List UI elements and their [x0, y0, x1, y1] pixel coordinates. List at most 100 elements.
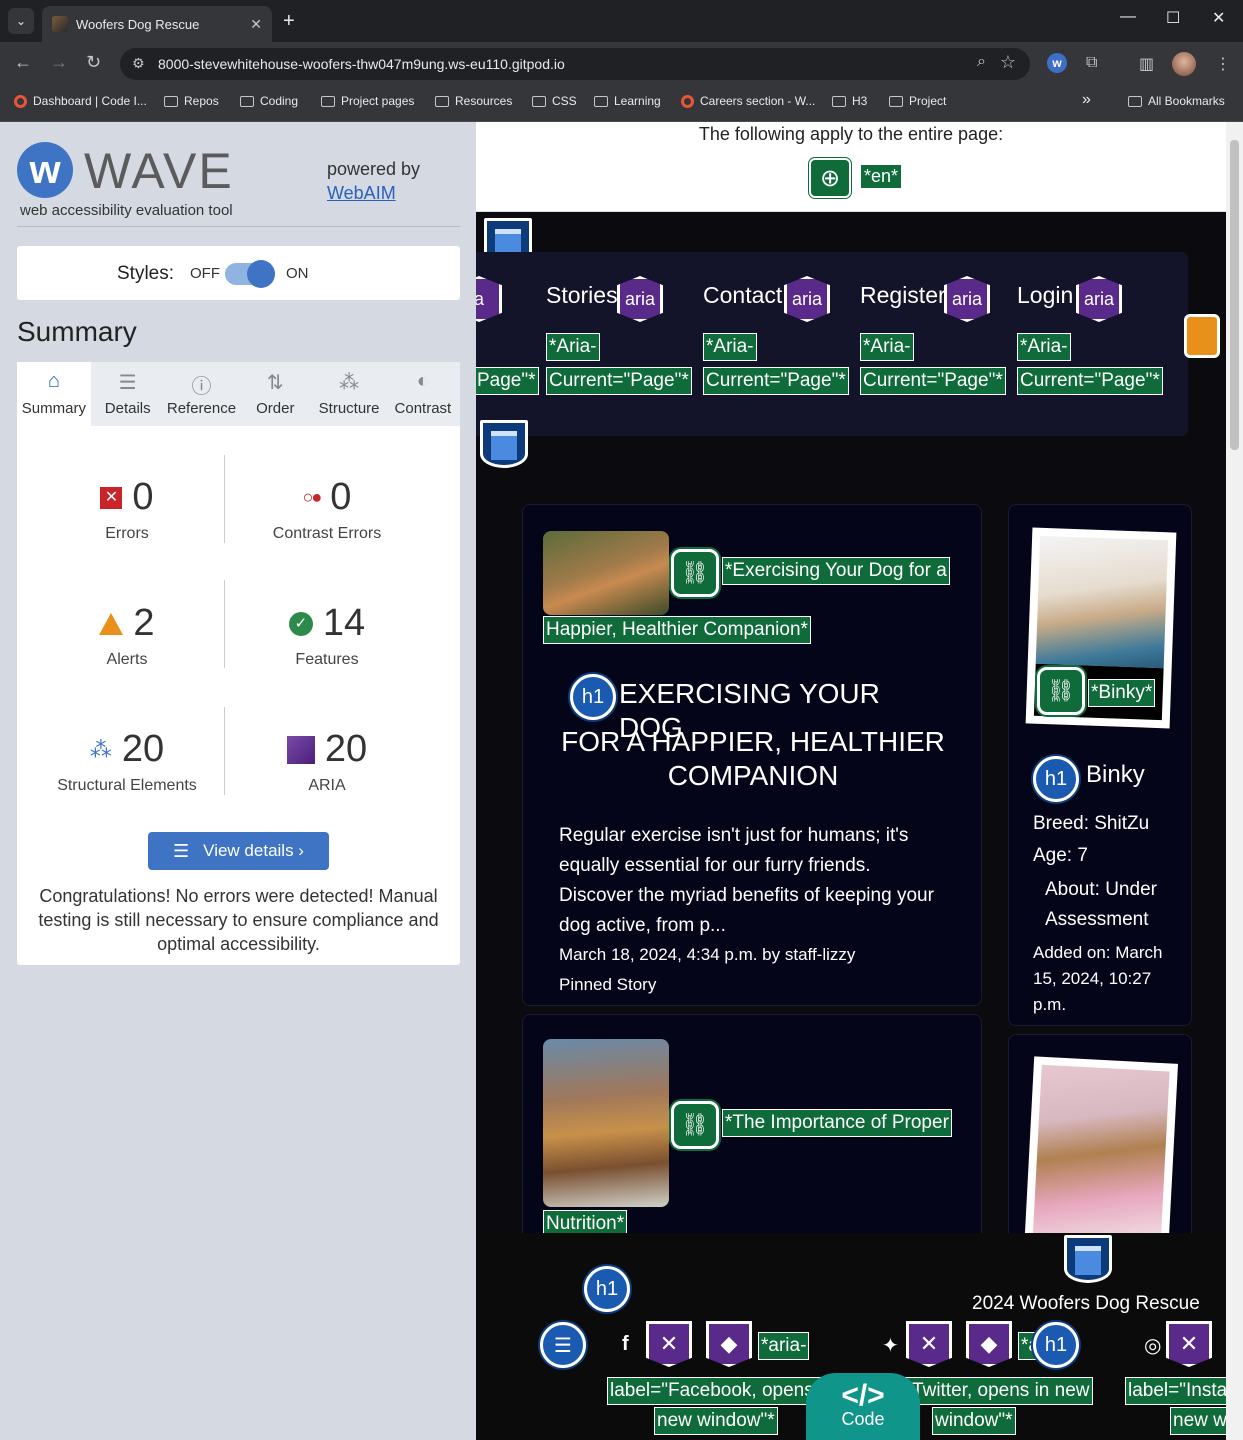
heading-h1-icon[interactable]: h1 — [584, 1266, 630, 1312]
alt-missing-icon[interactable]: ✕ — [646, 1321, 692, 1367]
aria-icon[interactable]: aria — [617, 276, 663, 322]
styles-label: Styles: — [117, 263, 175, 284]
tab-details[interactable]: ☰ Details — [91, 362, 165, 426]
stat-structural[interactable]: ⁂ 20 Structural Elements — [27, 728, 227, 795]
nav-login[interactable]: Login — [1017, 282, 1073, 309]
footer-region-icon[interactable] — [1064, 1235, 1112, 1283]
stat-features[interactable]: ✓ 14 Features — [227, 602, 427, 669]
code-toggle-button[interactable]: </> Code — [806, 1373, 920, 1440]
alert-warning-icon[interactable] — [1184, 314, 1220, 358]
alt-missing-icon[interactable]: ✕ — [1166, 1321, 1212, 1367]
bookmark-resources[interactable]: Resources — [435, 94, 512, 108]
aria-label-tag: *aria- — [758, 1332, 810, 1360]
url-text: 8000-stevewhitehouse-woofers-thw047m9ung… — [158, 56, 565, 72]
aria-icon[interactable]: aria — [944, 276, 990, 322]
aria-label-tag: label="Facebook, opens in — [607, 1377, 837, 1405]
page-scrollbar[interactable] — [1226, 122, 1243, 1440]
nav-contact[interactable]: Contact — [703, 282, 782, 309]
address-bar[interactable]: ⚙ 8000-stevewhitehouse-woofers-thw047m9u… — [120, 48, 1030, 80]
bookmark-repos[interactable]: Repos — [164, 94, 219, 108]
stat-errors[interactable]: ✕ 0 Errors — [27, 476, 227, 543]
excerpt-line: dog active, from p... — [559, 915, 726, 936]
stat-alerts[interactable]: 2 Alerts — [27, 602, 227, 669]
aria-icon[interactable]: a — [476, 276, 502, 322]
site-navbar: a Page"* Stories aria *Aria- Current="Pa… — [476, 252, 1188, 436]
alt-missing-icon[interactable]: ✕ — [906, 1321, 952, 1367]
bookmark-dashboard[interactable]: Dashboard | Code I... — [14, 94, 147, 108]
side-panel-icon[interactable]: ▥ — [1139, 54, 1154, 74]
tab-structure[interactable]: ⁂ Structure — [312, 362, 386, 426]
tag-icon[interactable]: ◆ — [966, 1321, 1012, 1367]
webaim-link[interactable]: WebAIM — [327, 183, 396, 204]
summary-panel: ⌂ Summary ☰ Details ⓘ Reference ⇅ Order ⁂ Str… — [17, 362, 460, 965]
globe-icon[interactable]: ⊕ — [809, 158, 851, 198]
wave-extension-icon[interactable]: w — [1047, 53, 1067, 73]
extensions-icon[interactable]: ⧉ — [1086, 54, 1097, 72]
tab-contrast[interactable]: ◐ Contrast — [386, 362, 460, 426]
dog-added: p.m. — [1033, 995, 1067, 1014]
story-title[interactable]: FOR A HAPPIER, HEALTHIER — [543, 725, 963, 759]
more-bookmarks-button[interactable]: » — [1082, 91, 1091, 109]
scrollbar-thumb[interactable] — [1230, 140, 1239, 450]
tab-summary[interactable]: ⌂ Summary — [17, 362, 91, 426]
bookmark-label: Repos — [184, 94, 219, 108]
bookmark-h3[interactable]: H3 — [832, 94, 867, 108]
tab-search-button[interactable]: ⌄ — [8, 8, 34, 34]
aria-icon[interactable]: aria — [1076, 276, 1122, 322]
linked-image-icon[interactable]: ⛓ — [671, 1101, 719, 1149]
heading-h1-icon[interactable]: h1 — [1033, 1322, 1079, 1368]
linked-image-icon[interactable]: ⛓ — [1037, 667, 1085, 715]
styles-toggle[interactable] — [225, 260, 275, 288]
linked-image-icon[interactable]: ⛓ — [671, 549, 719, 597]
bookmark-learning[interactable]: Learning — [594, 94, 661, 108]
structure-icon: ⁂ — [89, 736, 112, 762]
stat-label: Alerts — [106, 651, 148, 668]
tab-reference[interactable]: ⓘ Reference — [165, 362, 239, 426]
twitter-icon[interactable]: ✦ — [882, 1333, 899, 1358]
codeinstitute-icon — [681, 94, 694, 108]
bookmark-project-pages[interactable]: Project pages — [321, 94, 414, 108]
stat-contrast-errors[interactable]: ○● 0 Contrast Errors — [227, 476, 427, 543]
close-tab-icon[interactable]: ✕ — [250, 16, 262, 33]
heading-h1-icon[interactable]: h1 — [570, 674, 616, 720]
site-info-icon[interactable]: ⚙ — [132, 55, 145, 72]
codeinstitute-icon — [14, 94, 27, 108]
list-icon[interactable]: ☰ — [540, 1322, 586, 1368]
nav-register[interactable]: Register — [860, 282, 946, 309]
bookmark-careers[interactable]: Careers section - W... — [681, 94, 815, 108]
minimize-icon[interactable]: — — [1120, 8, 1136, 26]
stat-label: Features — [295, 651, 359, 668]
stat-aria[interactable]: 20 ARIA — [227, 728, 427, 795]
nav-stories[interactable]: Stories — [546, 282, 618, 309]
bookmark-star-icon[interactable]: ☆ — [1000, 52, 1016, 73]
aria-label-tag: new w — [1170, 1407, 1226, 1435]
reload-icon[interactable]: ↻ — [86, 52, 101, 73]
aria-icon[interactable]: aria — [784, 276, 830, 322]
aria-current-tag: *Aria- — [703, 333, 757, 361]
back-icon[interactable]: ← — [14, 52, 32, 73]
main-region-icon[interactable] — [480, 420, 528, 468]
tab-order[interactable]: ⇅ Order — [238, 362, 312, 426]
tag-icon[interactable]: ◆ — [706, 1321, 752, 1367]
heading-h1-icon[interactable]: h1 — [1033, 756, 1079, 802]
menu-icon[interactable]: ⋮ — [1215, 54, 1231, 74]
story-title[interactable]: COMPANION — [543, 759, 963, 793]
zoom-icon[interactable]: ⌕ — [977, 53, 986, 71]
aria-badge-label: aria — [624, 288, 655, 309]
facebook-icon[interactable]: f — [622, 1333, 629, 1356]
instagram-icon[interactable]: ◎ — [1144, 1333, 1161, 1358]
h1-badge-label: h1 — [581, 685, 605, 708]
close-window-icon[interactable]: ✕ — [1212, 8, 1225, 28]
new-tab-icon[interactable]: + — [283, 10, 295, 33]
browser-tab[interactable]: Woofers Dog Rescue ✕ — [42, 6, 272, 42]
maximize-icon[interactable]: ☐ — [1166, 8, 1180, 28]
all-bookmarks[interactable]: All Bookmarks — [1128, 94, 1225, 108]
profile-avatar[interactable] — [1172, 52, 1196, 76]
bookmark-coding[interactable]: Coding — [240, 94, 298, 108]
aria-badge-label: aria — [951, 288, 982, 309]
bookmark-project[interactable]: Project — [889, 94, 946, 108]
view-details-button[interactable]: ☰ View details › — [148, 832, 329, 870]
bookmark-css[interactable]: CSS — [532, 94, 577, 108]
forward-icon[interactable]: → — [50, 52, 68, 73]
stat-value: 0 — [132, 476, 154, 518]
